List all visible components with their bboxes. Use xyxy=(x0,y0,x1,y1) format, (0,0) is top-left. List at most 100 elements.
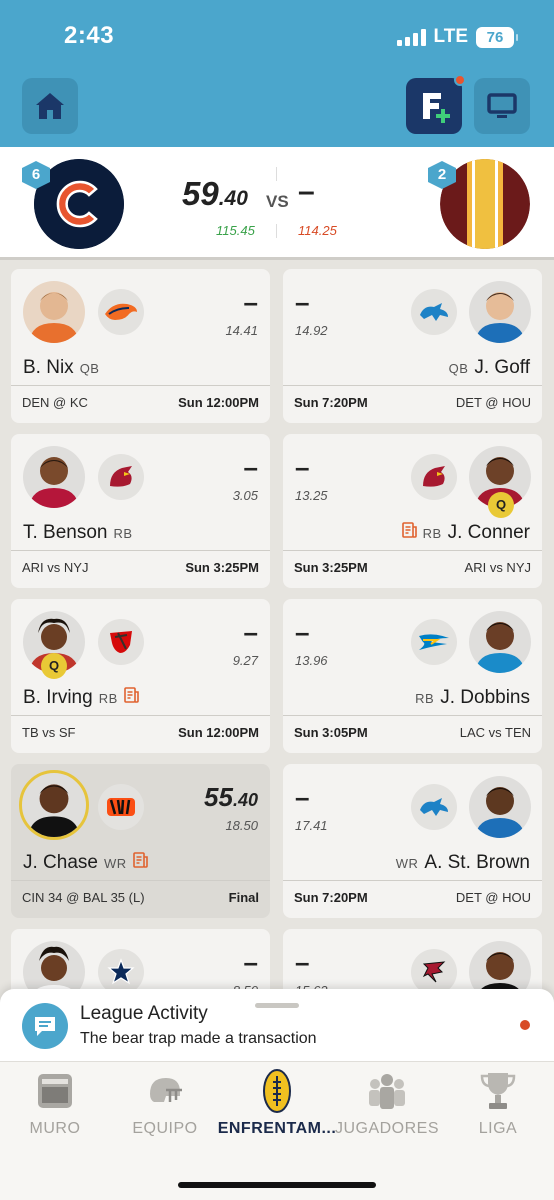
player-points: – xyxy=(295,947,310,977)
player-name-row: WR A. St. Brown xyxy=(396,852,530,874)
player-avatar xyxy=(469,776,531,838)
player-avatar xyxy=(23,281,85,343)
home-button[interactable] xyxy=(22,78,78,134)
wall-icon xyxy=(38,1074,72,1108)
activity-message: The bear trap made a transaction xyxy=(80,1030,317,1047)
news-icon[interactable] xyxy=(401,522,417,538)
player-name[interactable]: J. Dobbins xyxy=(440,687,530,709)
divider xyxy=(276,224,277,238)
player-points: – xyxy=(295,452,310,482)
vs-label: VS xyxy=(266,192,289,211)
tab-enfrentamientos[interactable]: ENFRENTAM... xyxy=(218,1062,336,1162)
player-name[interactable]: J. Goff xyxy=(474,357,530,379)
left-team-score: 59.40 xyxy=(182,175,248,213)
game-matchup: TB vs SF xyxy=(22,725,76,740)
notification-dot xyxy=(454,74,466,86)
divider xyxy=(11,715,270,716)
player-position: WR xyxy=(103,856,127,871)
player-points: – xyxy=(243,947,258,977)
player-name[interactable]: A. St. Brown xyxy=(424,852,530,874)
divider xyxy=(283,385,542,386)
player-card-left[interactable]: Q – 9.27 B. Irving RB TB vs SF Sun 12:00… xyxy=(11,599,270,753)
football-icon xyxy=(263,1069,291,1113)
player-name[interactable]: J. Chase xyxy=(23,852,98,874)
questionable-badge: Q xyxy=(41,653,67,679)
fantasy-plus-icon xyxy=(423,93,450,123)
player-avatar xyxy=(469,281,531,343)
player-card-right[interactable]: – 13.96 RB J. Dobbins Sun 3:05PM LAC vs … xyxy=(283,599,542,753)
game-time: Sun 3:05PM xyxy=(294,725,368,740)
divider xyxy=(283,550,542,551)
drag-handle[interactable] xyxy=(255,1003,299,1008)
player-card-left[interactable]: 55.40 18.50 J. Chase WR CIN 34 @ BAL 35 … xyxy=(11,764,270,918)
cardinals-logo xyxy=(98,454,144,500)
player-card-right[interactable]: – 14.92 QB J. Goff Sun 7:20PM DET @ HOU xyxy=(283,269,542,423)
player-points: – xyxy=(295,617,310,647)
player-name[interactable]: T. Benson xyxy=(23,522,108,544)
divider xyxy=(11,385,270,386)
lions-logo xyxy=(411,289,457,335)
home-indicator xyxy=(178,1182,376,1188)
player-points: – xyxy=(295,782,310,812)
right-team-projected: 114.25 xyxy=(298,223,337,238)
divider xyxy=(283,715,542,716)
tab-label: ENFRENTAM... xyxy=(217,1120,337,1137)
player-name-row: B. Nix QB xyxy=(23,357,99,379)
news-icon[interactable] xyxy=(123,687,139,703)
status-indicators: LTE 76 xyxy=(396,26,518,48)
league-activity-panel[interactable]: League Activity The bear trap made a tra… xyxy=(0,989,554,1061)
player-points: 55.40 xyxy=(204,782,258,813)
game-matchup: ARI vs NYJ xyxy=(22,560,89,575)
points-int: 55 xyxy=(204,782,233,812)
player-name-row: B. Irving RB xyxy=(23,687,139,709)
divider xyxy=(283,880,542,881)
player-position: QB xyxy=(79,361,100,376)
game-matchup: DEN @ KC xyxy=(22,395,88,410)
player-name[interactable]: J. Conner xyxy=(448,522,530,544)
player-position: RB xyxy=(98,691,118,706)
player-card-right[interactable]: – 13.25 Q RB J. Conner Sun 3:25PM ARI vs… xyxy=(283,434,542,588)
chargers-logo xyxy=(411,619,457,665)
player-position: QB xyxy=(448,361,469,376)
player-projected: 13.25 xyxy=(295,488,328,503)
player-card-left[interactable]: – 3.05 T. Benson RB ARI vs NYJ Sun 3:25P… xyxy=(11,434,270,588)
fantasy-add-button[interactable] xyxy=(406,74,466,134)
player-avatar xyxy=(19,770,89,840)
tv-button[interactable] xyxy=(474,78,530,134)
player-name[interactable]: B. Nix xyxy=(23,357,74,379)
players-icon xyxy=(369,1074,405,1109)
player-card-right[interactable]: – 17.41 WR A. St. Brown Sun 7:20PM DET @… xyxy=(283,764,542,918)
bottom-tab-bar: MURO EQUIPO ENFRENTAM... JUGADORES LIGA xyxy=(0,1061,554,1200)
tab-label: JUGADORES xyxy=(334,1120,440,1137)
right-team-score: – xyxy=(298,175,315,208)
monitor-icon xyxy=(487,93,517,118)
left-team-projected: 115.45 xyxy=(216,223,255,238)
score-dec: .40 xyxy=(218,187,248,210)
status-time: 2:43 xyxy=(64,22,115,49)
player-avatar xyxy=(23,446,85,508)
divider xyxy=(11,880,270,881)
game-time: Sun 3:25PM xyxy=(294,560,368,575)
game-matchup: DET @ HOU xyxy=(455,890,531,905)
player-avatar xyxy=(469,611,531,673)
tab-label: MURO xyxy=(29,1120,81,1137)
questionable-badge: Q xyxy=(488,492,514,518)
divider xyxy=(276,167,277,181)
player-name-row: J. Chase WR xyxy=(23,852,148,874)
tab-muro[interactable]: MURO xyxy=(0,1062,110,1162)
player-projected: 13.96 xyxy=(295,653,328,668)
player-points: – xyxy=(243,287,258,317)
tab-liga[interactable]: LIGA xyxy=(443,1062,553,1162)
tab-equipo[interactable]: EQUIPO xyxy=(110,1062,220,1162)
player-name[interactable]: B. Irving xyxy=(23,687,93,709)
player-card-left[interactable]: – 14.41 B. Nix QB DEN @ KC Sun 12:00PM xyxy=(11,269,270,423)
game-matchup: LAC vs TEN xyxy=(459,725,531,740)
news-icon[interactable] xyxy=(132,852,148,868)
trophy-icon xyxy=(480,1073,516,1109)
player-name-row: RB J. Conner xyxy=(401,522,530,544)
home-icon xyxy=(36,93,64,119)
cardinals-logo xyxy=(411,454,457,500)
broncos-logo xyxy=(98,289,144,335)
tab-jugadores[interactable]: JUGADORES xyxy=(332,1062,442,1162)
player-position: RB xyxy=(113,526,133,541)
